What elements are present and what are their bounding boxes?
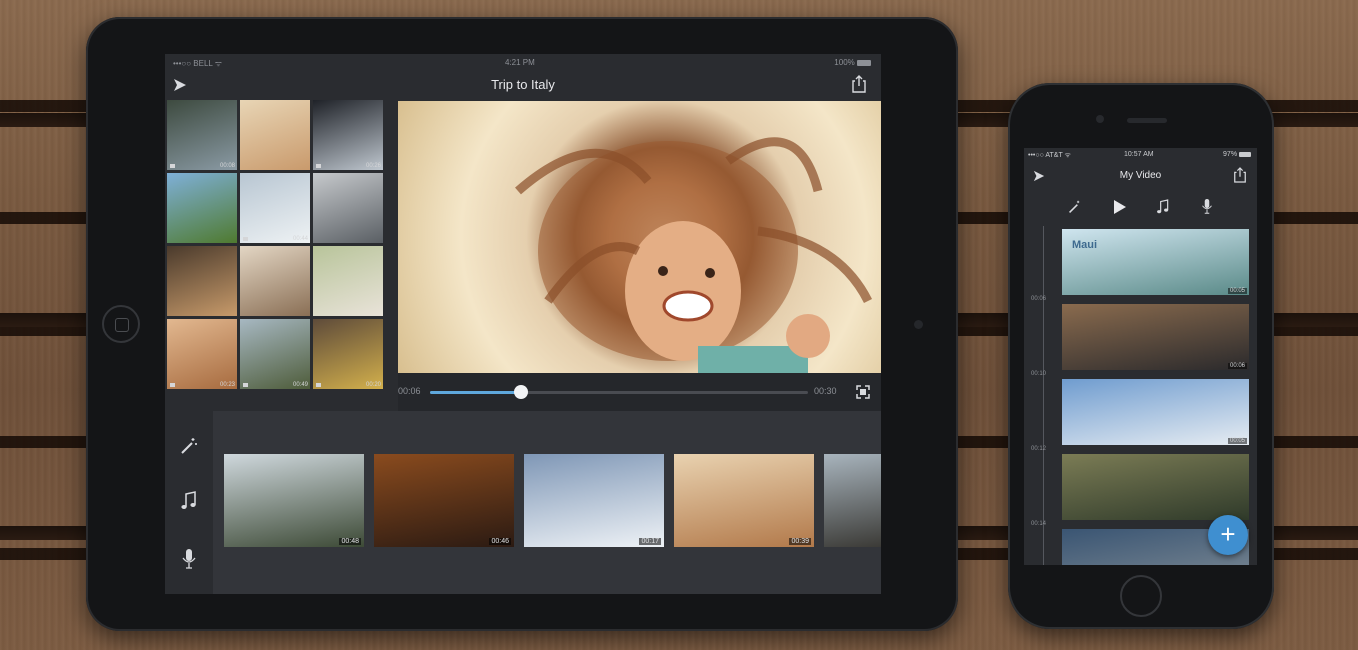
plus-icon: + <box>1220 519 1236 549</box>
project-title: My Video <box>1119 170 1162 181</box>
thumbnail-duration: 00:08 <box>219 163 235 169</box>
library-thumbnail[interactable] <box>167 173 237 243</box>
timeline-clip[interactable]: 00:06 <box>1062 304 1249 370</box>
clip-duration: 00:39 <box>789 538 811 545</box>
fullscreen-icon[interactable] <box>856 385 870 399</box>
playback-controls: 00:06 00:30 <box>398 373 881 411</box>
media-library-grid: 00:08 00:26 00:44 00:23 00:49 00:20 <box>167 100 385 410</box>
timeline-clip[interactable]: Maui 00:05 <box>1062 229 1249 295</box>
clip-duration: 00:48 <box>339 538 361 545</box>
library-thumbnail[interactable] <box>240 100 310 170</box>
ipad-screen: •••○○ BELL ᯤ 4:21 PM 100% Trip to Italy … <box>165 54 881 594</box>
clock: 10:57 AM <box>1124 151 1154 158</box>
iphone-camera <box>1096 115 1104 123</box>
ipad-status-bar: •••○○ BELL ᯤ 4:21 PM 100% <box>165 54 881 70</box>
scrubber-track[interactable] <box>430 391 808 394</box>
iphone-status-bar: •••○○ AT&T ᯤ 10:57 AM 97% <box>1024 148 1257 162</box>
microphone-icon[interactable] <box>181 548 197 570</box>
iphone-home-button[interactable] <box>1120 575 1162 617</box>
library-thumbnail[interactable]: 00:08 <box>167 100 237 170</box>
timeline-timestamp: 00:06 <box>1031 296 1047 302</box>
timeline-axis <box>1043 226 1044 565</box>
timeline-clip[interactable]: 00:46 <box>374 454 514 547</box>
project-title: Trip to Italy <box>491 77 555 92</box>
library-thumbnail[interactable]: 00:20 <box>313 319 383 389</box>
total-time: 00:30 <box>814 386 837 396</box>
clock: 4:21 PM <box>505 58 535 67</box>
music-note-icon[interactable] <box>180 491 198 511</box>
timeline-clip[interactable]: 00:39 <box>674 454 814 547</box>
preview-image <box>515 137 873 373</box>
project-timeline: 00:48 00:46 00:17 00:39 <box>213 411 881 594</box>
clip-title: Maui <box>1072 239 1098 251</box>
library-thumbnail[interactable]: 00:44 <box>240 173 310 243</box>
iphone-nav-bar: My Video <box>1024 162 1257 188</box>
battery-percent: 100% <box>834 58 855 67</box>
clip-duration: 00:17 <box>639 538 661 545</box>
thumbnail-duration: 00:20 <box>365 382 381 388</box>
carrier: •••○○ BELL ᯤ <box>173 59 223 68</box>
video-camera-icon <box>243 383 248 387</box>
ipad-home-button[interactable] <box>102 305 140 343</box>
video-preview[interactable] <box>398 101 881 373</box>
battery-percent: 97% <box>1223 151 1238 158</box>
clip-duration: 00:06 <box>1227 363 1247 369</box>
video-camera-icon <box>170 164 175 168</box>
timeline-clip[interactable] <box>824 454 881 547</box>
microphone-icon[interactable] <box>1201 198 1213 215</box>
timeline-clip[interactable] <box>1062 454 1249 520</box>
add-clip-button[interactable]: + <box>1208 515 1248 555</box>
timeline-clip[interactable]: 00:17 <box>524 454 664 547</box>
share-icon[interactable] <box>1233 167 1247 183</box>
library-thumbnail[interactable]: 00:26 <box>313 100 383 170</box>
scrubber-progress <box>430 391 521 394</box>
iphone-screen: •••○○ AT&T ᯤ 10:57 AM 97% My Video Maui 0… <box>1024 148 1257 565</box>
thumbnail-duration: 00:44 <box>292 236 308 242</box>
thumbnail-duration: 00:49 <box>292 382 308 388</box>
library-thumbnail[interactable] <box>313 173 383 243</box>
video-camera-icon <box>316 164 321 168</box>
play-icon[interactable] <box>1113 199 1127 215</box>
thumbnail-duration: 00:23 <box>219 382 235 388</box>
video-camera-icon <box>316 383 321 387</box>
video-camera-icon <box>243 237 248 241</box>
video-camera-icon <box>170 383 175 387</box>
library-thumbnail[interactable]: 00:49 <box>240 319 310 389</box>
battery: 97% <box>1223 151 1251 158</box>
library-thumbnail[interactable] <box>240 246 310 316</box>
library-thumbnail[interactable] <box>167 246 237 316</box>
iphone-speaker <box>1127 118 1167 123</box>
iphone-timeline: Maui 00:05 00:06 00:05 00:06 00:10 00:12 00:14 <box>1024 226 1257 565</box>
library-thumbnail[interactable] <box>313 246 383 316</box>
carrier: •••○○ AT&T ᯤ <box>1028 152 1071 159</box>
thumbnail-duration: 00:26 <box>365 163 381 169</box>
share-icon[interactable] <box>851 75 867 93</box>
current-time: 00:06 <box>398 386 421 396</box>
clip-duration: 00:05 <box>1227 288 1247 294</box>
editing-toolbar <box>165 411 213 594</box>
iphone-toolbar <box>1024 192 1257 222</box>
timeline-timestamp: 00:12 <box>1031 446 1047 452</box>
battery-icon <box>857 59 871 66</box>
timeline-clip[interactable]: 00:05 <box>1062 379 1249 445</box>
ipad-camera <box>914 320 923 329</box>
magic-wand-icon[interactable] <box>1068 200 1082 214</box>
library-thumbnail[interactable]: 00:23 <box>167 319 237 389</box>
timeline-timestamp: 00:10 <box>1031 371 1047 377</box>
timeline-clip[interactable]: 00:48 <box>224 454 364 547</box>
battery: 100% <box>834 58 871 67</box>
ipad-nav-bar: Trip to Italy <box>165 70 881 100</box>
clip-duration: 00:46 <box>489 538 511 545</box>
magic-wand-icon[interactable] <box>180 437 198 455</box>
clip-duration: 00:05 <box>1227 438 1247 444</box>
timeline-timestamp: 00:14 <box>1031 521 1047 527</box>
scrubber-handle[interactable] <box>513 385 528 399</box>
music-note-icon[interactable] <box>1156 199 1170 215</box>
battery-icon <box>1239 151 1251 157</box>
